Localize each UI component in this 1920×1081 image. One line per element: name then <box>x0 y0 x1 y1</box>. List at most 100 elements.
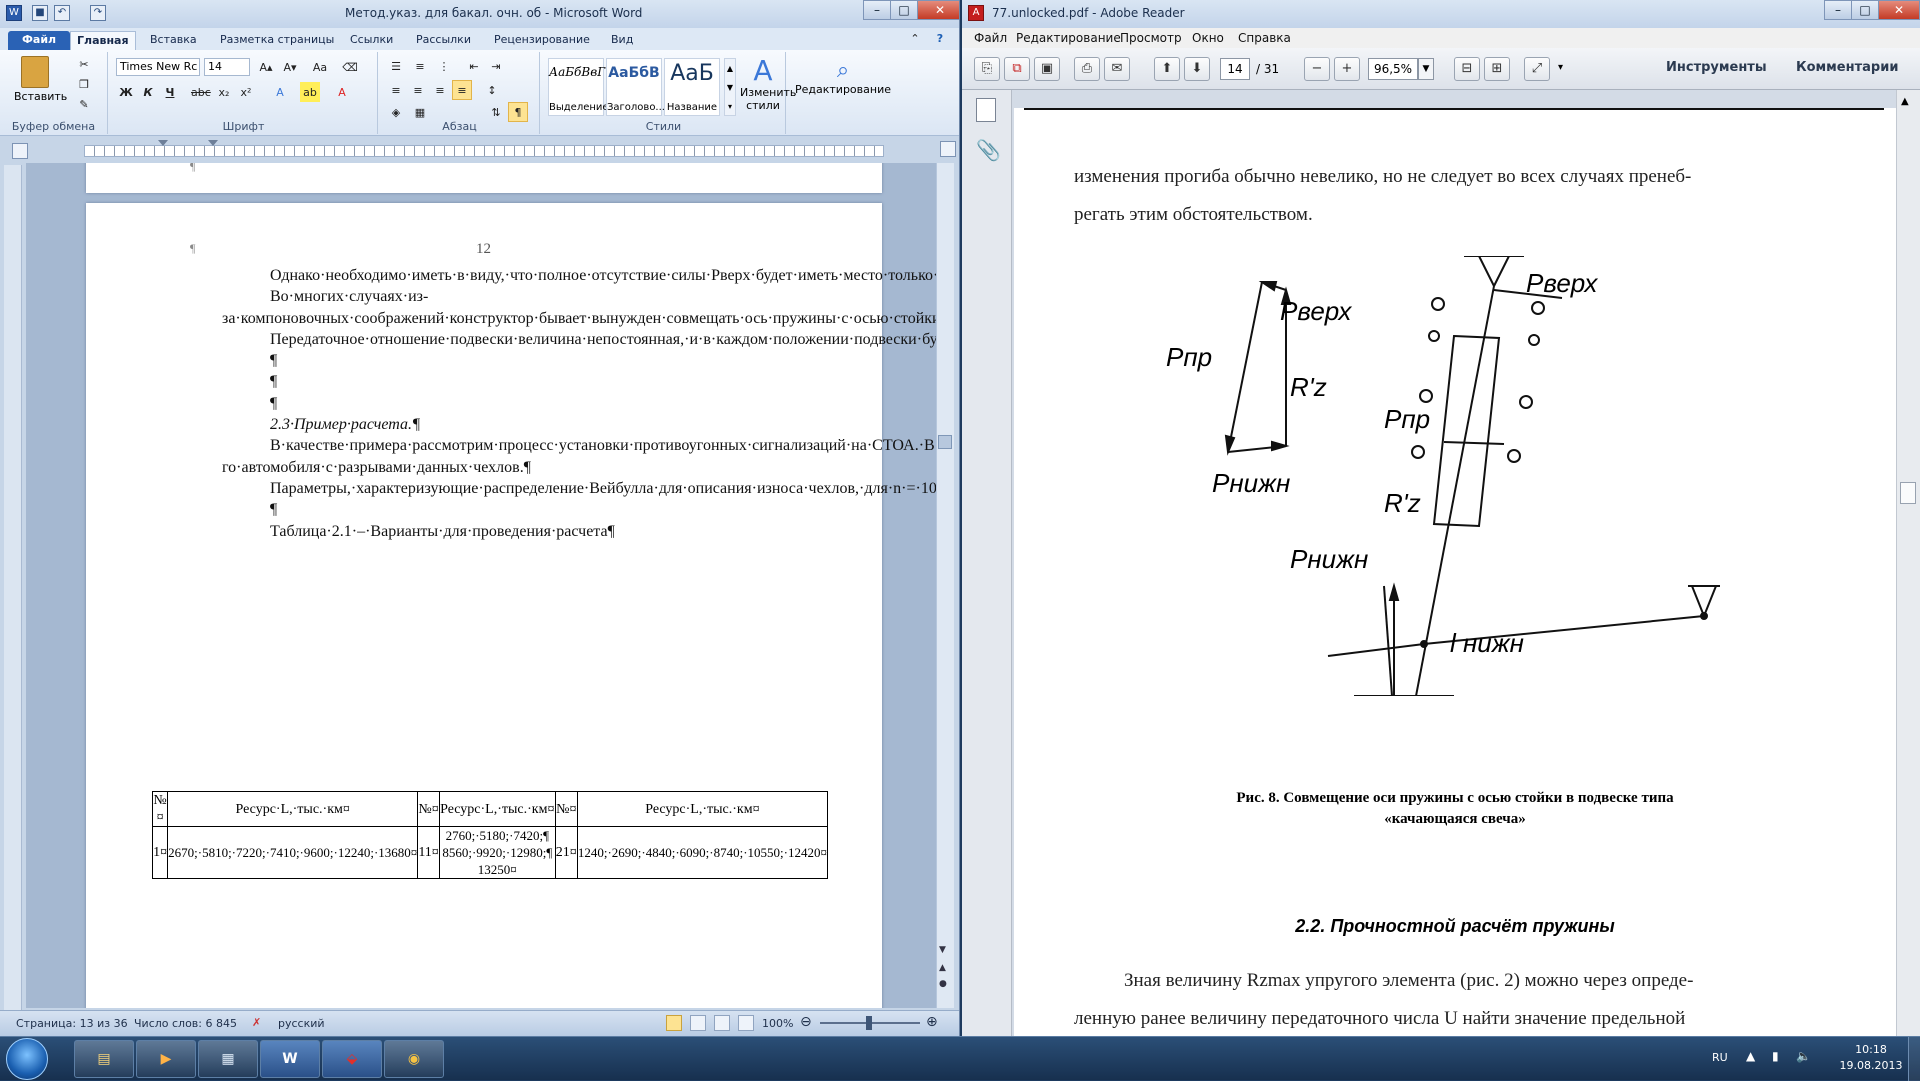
taskbar-explorer-icon[interactable]: ▤ <box>74 1040 134 1078</box>
zoom-out-icon[interactable]: − <box>1304 57 1330 81</box>
show-desktop-button[interactable] <box>1908 1037 1920 1081</box>
scroll-up-icon[interactable]: ▲ <box>1901 96 1909 107</box>
borders-icon[interactable]: ▦ <box>410 102 430 122</box>
language-indicator[interactable]: RU <box>1712 1051 1728 1064</box>
menu-help[interactable]: Справка <box>1238 31 1291 45</box>
minimize-ribbon-icon[interactable]: ⌃ <box>905 28 925 48</box>
underline-icon[interactable]: Ч <box>160 82 180 102</box>
clock-date[interactable]: 19.08.2013 <box>1836 1059 1906 1072</box>
clear-format-icon[interactable]: ⌫ <box>340 57 360 77</box>
prev-page-icon[interactable]: ▲ <box>939 963 946 973</box>
text-effects-icon[interactable]: A <box>270 82 290 102</box>
maximize-button[interactable]: □ <box>890 0 918 20</box>
tab-references[interactable]: Ссылки <box>344 31 399 50</box>
taskbar-word-icon[interactable]: W <box>260 1040 320 1078</box>
email-icon[interactable]: ✉ <box>1104 57 1130 81</box>
tab-selector[interactable] <box>12 143 28 159</box>
shrink-font-icon[interactable]: A▾ <box>280 57 300 77</box>
paste-button[interactable]: Вставить <box>14 56 67 112</box>
comments-pane-button[interactable]: Комментарии <box>1796 60 1898 75</box>
tray-expand-icon[interactable]: ▲ <box>1746 1049 1755 1063</box>
page-count[interactable]: Страница: 13 из 36 <box>16 1017 128 1030</box>
adobe-vertical-scrollbar[interactable]: ▲ <box>1896 90 1920 1036</box>
read-mode-icon[interactable]: ⤢ <box>1524 57 1550 81</box>
maximize-button[interactable]: □ <box>1851 0 1879 20</box>
zoom-out-icon[interactable]: ⊖ <box>800 1014 812 1030</box>
pdf-page[interactable]: изменения прогиба обычно невелико, но не… <box>1014 108 1896 1036</box>
tab-page-layout[interactable]: Разметка страницы <box>214 31 340 50</box>
italic-icon[interactable]: К <box>138 82 158 102</box>
volume-icon[interactable]: 🔈 <box>1796 1049 1811 1063</box>
close-button[interactable]: ✕ <box>917 0 959 20</box>
menu-window[interactable]: Окно <box>1192 31 1224 45</box>
proofing-icon[interactable]: ✗ <box>252 1016 261 1029</box>
current-page[interactable]: ¶ 12 Однако·необходимо·иметь·в·виду,·что… <box>86 203 936 1008</box>
numbering-icon[interactable]: ≡ <box>410 56 430 76</box>
show-marks-icon[interactable]: ¶ <box>508 102 528 122</box>
adobe-app-icon[interactable]: A <box>968 5 984 21</box>
document-area[interactable]: ¶ ¶ 12 Однако·необходимо·иметь·в·виду,·ч… <box>26 163 936 1008</box>
first-line-indent-marker[interactable] <box>158 140 168 146</box>
taskbar-calculator-icon[interactable]: ▦ <box>198 1040 258 1078</box>
fit-page-icon[interactable]: ⊟ <box>1454 57 1480 81</box>
decrease-indent-icon[interactable]: ⇤ <box>464 56 484 76</box>
fit-width-icon[interactable]: ⊞ <box>1484 57 1510 81</box>
help-icon[interactable]: ? <box>930 28 950 48</box>
zoom-in-icon[interactable]: ⊕ <box>926 1014 938 1030</box>
previous-page-icon[interactable]: ⬆ <box>1154 57 1180 81</box>
zoom-dropdown-icon[interactable]: ▼ <box>1418 58 1434 80</box>
page-thumbnails-icon[interactable] <box>976 98 996 122</box>
style-title[interactable]: АаБ Название <box>664 58 720 116</box>
align-left-icon[interactable]: ≡ <box>386 80 406 100</box>
tab-review[interactable]: Рецензирование <box>488 31 596 50</box>
word-count[interactable]: Число слов: 6 845 <box>134 1017 237 1030</box>
ruler-toggle-icon[interactable] <box>940 141 956 157</box>
toolbar-more-icon[interactable]: ▾ <box>1558 62 1563 73</box>
align-right-icon[interactable]: ≡ <box>430 80 450 100</box>
zoom-input[interactable]: 96,5% <box>1368 58 1418 80</box>
tab-mailings[interactable]: Рассылки <box>410 31 477 50</box>
word-app-icon[interactable]: W <box>6 5 22 21</box>
create-pdf-icon[interactable]: ⧉ <box>1004 57 1030 81</box>
bullets-icon[interactable]: ☰ <box>386 56 406 76</box>
tab-insert[interactable]: Вставка <box>144 31 203 50</box>
next-page-icon[interactable]: ⬇ <box>1184 57 1210 81</box>
horizontal-ruler[interactable] <box>0 137 959 163</box>
subscript-icon[interactable]: x₂ <box>214 82 234 102</box>
taskbar-chrome-icon[interactable]: ◉ <box>384 1040 444 1078</box>
print-layout-icon[interactable] <box>666 1015 682 1031</box>
grow-font-icon[interactable]: A▴ <box>256 57 276 77</box>
save-icon[interactable]: ■ <box>32 5 48 21</box>
style-heading[interactable]: АаБбВ Заголово... <box>606 58 665 116</box>
outline-icon[interactable] <box>738 1015 754 1031</box>
font-color-icon[interactable]: A <box>332 82 352 102</box>
tab-view[interactable]: Вид <box>605 31 639 50</box>
undo-icon[interactable]: ↶ <box>54 5 70 21</box>
superscript-icon[interactable]: x² <box>236 82 256 102</box>
multilevel-list-icon[interactable]: ⋮ <box>434 56 454 76</box>
network-icon[interactable]: ▮ <box>1772 1049 1779 1063</box>
taskbar-media-player-icon[interactable]: ▶ <box>136 1040 196 1078</box>
scroll-down-icon[interactable]: ▼ <box>939 945 946 955</box>
start-button[interactable] <box>6 1038 48 1080</box>
strikethrough-icon[interactable]: abc <box>190 82 211 102</box>
line-spacing-icon[interactable]: ↕ <box>482 80 502 100</box>
shading-icon[interactable]: ◈ <box>386 102 406 122</box>
tab-marker[interactable] <box>208 140 218 146</box>
zoom-in-icon[interactable]: + <box>1334 57 1360 81</box>
change-case-icon[interactable]: Aa <box>310 57 330 77</box>
menu-file[interactable]: Файл <box>974 31 1007 45</box>
minimize-button[interactable]: – <box>863 0 891 20</box>
styles-scroll[interactable]: ▲ ▼ ▾ <box>724 58 736 116</box>
save-icon[interactable]: ▣ <box>1034 57 1060 81</box>
document-body[interactable]: Однако·необходимо·иметь·в·виду,·что·полн… <box>222 265 936 542</box>
copy-icon[interactable]: ❐ <box>74 74 94 94</box>
style-emphasis[interactable]: АаБбВвГ Выделение <box>548 58 609 116</box>
browse-object-icon[interactable]: ● <box>939 979 947 989</box>
close-button[interactable]: ✕ <box>1878 0 1920 20</box>
increase-indent-icon[interactable]: ⇥ <box>486 56 506 76</box>
zoom-level[interactable]: 100% <box>762 1017 793 1030</box>
tools-pane-button[interactable]: Инструменты <box>1666 60 1767 75</box>
font-name-combo[interactable]: Times New Rc <box>116 58 200 76</box>
menu-edit[interactable]: Редактирование <box>1016 31 1121 45</box>
